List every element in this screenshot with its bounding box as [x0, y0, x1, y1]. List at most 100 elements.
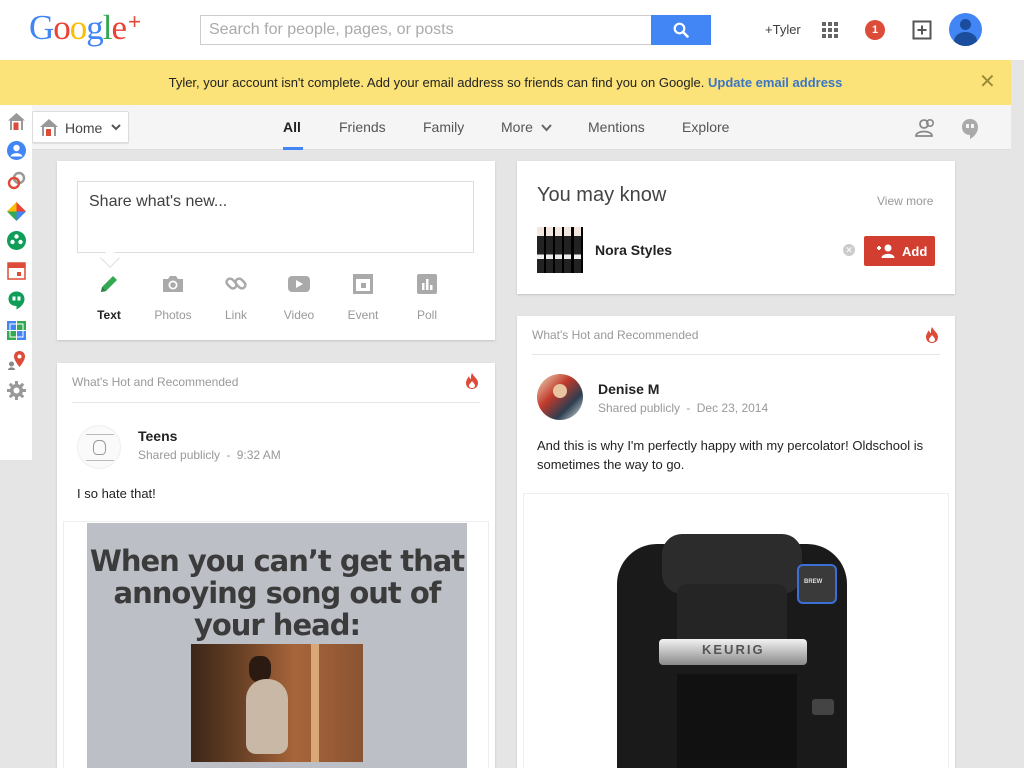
incomplete-account-banner: Tyler, your account isn't complete. Add … — [0, 60, 1011, 105]
meme-photo — [191, 644, 363, 762]
divider — [72, 402, 480, 403]
flame-icon — [926, 327, 938, 343]
share-poll-button[interactable]: Poll — [397, 273, 457, 322]
share-input[interactable]: Share what's new... — [77, 181, 474, 253]
post-visibility: Shared publicly — [138, 448, 221, 462]
share-text-label: Text — [97, 308, 121, 322]
poll-icon — [417, 274, 437, 294]
communities-icon[interactable] — [7, 171, 26, 190]
video-icon — [288, 276, 310, 292]
share-link-button[interactable]: Link — [206, 273, 266, 322]
tab-mentions[interactable]: Mentions — [588, 119, 645, 135]
search-button[interactable] — [651, 15, 711, 45]
tab-more[interactable]: More — [501, 119, 552, 135]
share-placeholder: Share what's new... — [89, 193, 228, 210]
tab-all[interactable]: All — [283, 119, 301, 135]
chevron-down-icon — [541, 124, 552, 132]
tab-explore[interactable]: Explore — [682, 119, 729, 135]
post-meta: Shared publicly - 9:32 AM — [138, 448, 281, 462]
meme-caption: When you can’t get that annoying song ou… — [89, 544, 465, 642]
settings-icon[interactable] — [7, 381, 26, 400]
view-more-link[interactable]: View more — [877, 194, 933, 208]
post-visibility: Shared publicly — [598, 401, 681, 415]
hangouts-icon[interactable] — [961, 118, 979, 140]
author-avatar[interactable] — [537, 374, 583, 420]
divider — [532, 354, 940, 355]
chevron-down-icon — [111, 124, 121, 131]
share-video-button[interactable]: Video — [269, 273, 329, 322]
local-icon[interactable] — [7, 351, 26, 370]
post-card: What's Hot and Recommended Denise M Shar… — [517, 316, 955, 768]
share-photos-label: Photos — [154, 308, 192, 322]
home-label: Home — [65, 120, 103, 136]
add-person-button[interactable]: Add — [864, 236, 935, 266]
brand-label: KEURIG — [702, 642, 765, 657]
author-avatar[interactable] — [77, 425, 121, 469]
you-may-know-title: You may know — [537, 184, 667, 206]
share-video-label: Video — [283, 308, 315, 322]
banner-message: Tyler, your account isn't complete. Add … — [168, 75, 705, 90]
brew-button-label: BREW — [804, 579, 823, 585]
profile-icon[interactable] — [7, 141, 26, 160]
profile-link[interactable]: +Tyler — [765, 22, 801, 37]
home-icon — [40, 119, 58, 136]
suggested-person-photo[interactable] — [537, 227, 583, 273]
apps-grid-icon[interactable] — [822, 22, 839, 39]
post-author[interactable]: Denise M — [598, 381, 659, 397]
flame-icon — [466, 373, 478, 389]
whats-hot-label[interactable]: What's Hot and Recommended — [532, 328, 698, 342]
stream-nav-bar: Home All Friends Family More Mentions Ex… — [0, 105, 1011, 150]
share-poll-label: Poll — [416, 308, 437, 322]
notification-badge[interactable]: 1 — [865, 20, 885, 40]
whats-hot-label[interactable]: What's Hot and Recommended — [72, 375, 238, 389]
share-event-label: Event — [347, 308, 379, 322]
share-event-button[interactable]: Event — [333, 273, 393, 322]
post-author[interactable]: Teens — [138, 428, 177, 444]
tab-family[interactable]: Family — [423, 119, 464, 135]
events-icon[interactable] — [7, 231, 26, 250]
top-bar: Google+ +Tyler 1 — [0, 0, 1024, 60]
share-photos-button[interactable]: Photos — [143, 273, 203, 322]
people-icon[interactable] — [914, 118, 938, 138]
tab-friends[interactable]: Friends — [339, 119, 386, 135]
banner-close-icon[interactable]: ✕ — [979, 72, 996, 92]
post-image[interactable]: BREW KEURIG — [523, 493, 949, 768]
search-input[interactable] — [200, 15, 651, 45]
add-label: Add — [902, 244, 928, 259]
post-card: What's Hot and Recommended Teens Shared … — [57, 363, 495, 768]
hangouts-icon[interactable] — [7, 291, 26, 310]
account-avatar[interactable] — [949, 13, 982, 46]
post-time[interactable]: Dec 23, 2014 — [697, 401, 768, 415]
suggested-person-name[interactable]: Nora Styles — [595, 242, 672, 258]
share-text-button[interactable]: Text — [79, 273, 139, 322]
share-post-icon[interactable] — [912, 20, 932, 40]
pencil-icon — [101, 276, 117, 292]
event-icon — [353, 274, 373, 294]
update-email-link[interactable]: Update email address — [708, 75, 842, 90]
coffee-maker-photo: BREW KEURIG — [607, 524, 867, 768]
link-icon — [225, 277, 247, 290]
post-meta: Shared publicly - Dec 23, 2014 — [598, 401, 768, 415]
meme-image: When you can’t get that annoying song ou… — [87, 523, 467, 768]
home-icon[interactable] — [7, 112, 26, 131]
pages-icon[interactable] — [7, 321, 26, 340]
post-image[interactable]: When you can’t get that annoying song ou… — [63, 521, 489, 768]
photos-icon[interactable] — [7, 202, 26, 221]
share-link-label: Link — [224, 308, 247, 322]
home-dropdown[interactable]: Home — [32, 111, 129, 143]
camera-icon — [163, 276, 183, 292]
you-may-know-card: You may know View more Nora Styles ✕ Add — [517, 161, 955, 294]
post-text: I so hate that! — [77, 486, 156, 501]
post-text: And this is why I'm perfectly happy with… — [537, 438, 924, 472]
post-time[interactable]: 9:32 AM — [237, 448, 281, 462]
google-plus-logo[interactable]: Google+ — [29, 8, 141, 48]
meta-separator: - — [226, 448, 231, 462]
active-tab-indicator — [283, 147, 303, 150]
dismiss-suggestion-icon[interactable]: ✕ — [843, 244, 855, 256]
left-sidebar — [0, 105, 32, 460]
meta-separator: - — [686, 401, 691, 415]
search-icon — [673, 22, 689, 38]
calendar-icon[interactable] — [7, 261, 26, 280]
add-person-icon — [877, 244, 895, 258]
tab-more-label: More — [501, 119, 533, 135]
